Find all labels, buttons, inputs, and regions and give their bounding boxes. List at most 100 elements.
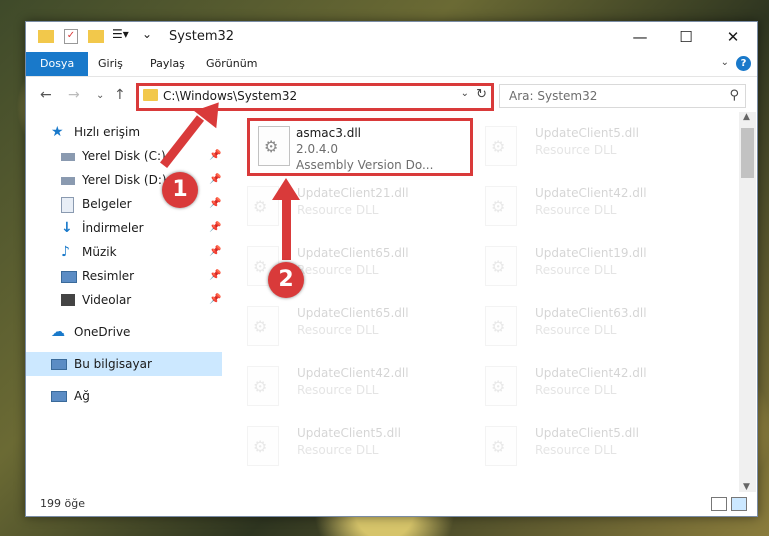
file-tile[interactable]: UpdateClient5.dll Resource DLL: [231, 418, 461, 474]
scroll-up-icon[interactable]: ▲: [743, 112, 750, 122]
file-tile[interactable]: UpdateClient21.dll Resource DLL: [231, 178, 461, 234]
nav-drive-c[interactable]: Yerel Disk (C:) 📌: [26, 144, 222, 168]
address-bar[interactable]: C:\Windows\System32 ⌄ ↻: [136, 83, 494, 111]
file-tile[interactable]: UpdateClient63.dll Resource DLL: [469, 298, 699, 354]
nav-label: Resimler: [82, 269, 135, 283]
file-tile[interactable]: UpdateClient19.dll Resource DLL: [469, 238, 699, 294]
file-type: Resource DLL: [535, 443, 617, 457]
annotation-arrow-2: [282, 196, 291, 260]
dll-file-icon: [485, 186, 517, 226]
nav-downloads[interactable]: ↓ İndirmeler 📌: [26, 216, 222, 240]
pin-icon[interactable]: 📌: [209, 264, 221, 288]
address-path[interactable]: C:\Windows\System32: [163, 89, 297, 103]
drive-icon: [61, 153, 75, 161]
folder-icon: [143, 89, 158, 101]
scrollbar-thumb[interactable]: [741, 128, 754, 178]
search-icon[interactable]: ⚲: [729, 88, 739, 103]
file-name: UpdateClient19.dll: [535, 246, 647, 260]
recent-locations-icon[interactable]: ⌄: [96, 90, 104, 101]
annotation-arrowhead-2: [272, 178, 300, 200]
nav-videos[interactable]: Videolar 📌: [26, 288, 222, 312]
file-name: UpdateClient63.dll: [535, 306, 647, 320]
file-tile[interactable]: UpdateClient42.dll Resource DLL: [469, 178, 699, 234]
tab-view[interactable]: Görünüm: [198, 52, 265, 76]
dll-file-icon: [485, 126, 517, 166]
nav-label: Hızlı erişim: [74, 125, 141, 139]
nav-onedrive[interactable]: ☁ OneDrive: [26, 320, 222, 344]
download-icon: ↓: [61, 220, 73, 236]
file-name: UpdateClient65.dll: [297, 246, 409, 260]
new-folder-icon[interactable]: [88, 30, 104, 43]
search-input[interactable]: Ara: System32 ⚲: [499, 84, 746, 108]
file-tile-highlighted[interactable]: asmac3.dll 2.0.4.0 Assembly Version Do..…: [247, 118, 473, 176]
file-name: UpdateClient5.dll: [535, 426, 639, 440]
tab-share[interactable]: Paylaş: [142, 52, 193, 76]
up-arrow-icon[interactable]: ↑: [114, 87, 126, 103]
help-icon[interactable]: ?: [736, 56, 751, 71]
file-type: Resource DLL: [535, 263, 617, 277]
expand-ribbon-icon[interactable]: ⌄: [721, 57, 729, 68]
navigation-pane: ★ Hızlı erişim Yerel Disk (C:) 📌 Yerel D…: [26, 112, 222, 492]
file-tile[interactable]: UpdateClient42.dll Resource DLL: [231, 358, 461, 414]
dll-file-icon: [258, 126, 290, 166]
file-tile[interactable]: UpdateClient5.dll Resource DLL: [469, 418, 699, 474]
refresh-icon[interactable]: ↻: [476, 87, 487, 102]
item-count: 199 öğe: [40, 497, 85, 510]
computer-icon: [51, 359, 67, 370]
nav-label: İndirmeler: [82, 221, 144, 235]
file-name: UpdateClient5.dll: [535, 126, 639, 140]
nav-pictures[interactable]: Resimler 📌: [26, 264, 222, 288]
dll-file-icon: [247, 366, 279, 406]
dll-file-icon: [485, 366, 517, 406]
file-type: Resource DLL: [297, 323, 379, 337]
file-name: UpdateClient42.dll: [535, 366, 647, 380]
star-icon: ★: [51, 124, 64, 140]
drive-icon: [61, 177, 75, 185]
pin-icon[interactable]: 📌: [209, 168, 221, 192]
pin-icon[interactable]: 📌: [209, 192, 221, 216]
file-tile[interactable]: UpdateClient65.dll Resource DLL: [231, 298, 461, 354]
large-icons-view-icon[interactable]: [731, 497, 747, 511]
status-bar: 199 öğe: [26, 492, 757, 516]
file-type: Resource DLL: [297, 203, 379, 217]
documents-icon: [61, 197, 74, 213]
vertical-scrollbar[interactable]: ▲ ▼: [739, 112, 756, 492]
customize-toolbar-icon[interactable]: ☰▾: [112, 27, 129, 43]
tab-home[interactable]: Giriş: [90, 52, 131, 76]
quick-access-dropdown-icon[interactable]: ⌄: [142, 27, 158, 43]
file-tile[interactable]: UpdateClient42.dll Resource DLL: [469, 358, 699, 414]
callout-1: 1: [162, 172, 198, 208]
file-tile[interactable]: UpdateClient65.dll Resource DLL: [231, 238, 461, 294]
file-name: UpdateClient65.dll: [297, 306, 409, 320]
pin-icon[interactable]: 📌: [209, 288, 221, 312]
pin-icon[interactable]: 📌: [209, 240, 221, 264]
file-name: UpdateClient5.dll: [297, 426, 401, 440]
nav-label: Videolar: [82, 293, 132, 307]
dll-file-icon: [485, 426, 517, 466]
nav-label: Bu bilgisayar: [74, 357, 152, 371]
nav-network[interactable]: Ağ: [26, 384, 222, 408]
file-description: Assembly Version Do...: [296, 158, 434, 172]
minimize-button[interactable]: —: [617, 22, 663, 52]
details-view-icon[interactable]: [711, 497, 727, 511]
nav-music[interactable]: ♪ Müzik 📌: [26, 240, 222, 264]
nav-this-pc[interactable]: Bu bilgisayar: [26, 352, 222, 376]
pin-icon[interactable]: 📌: [209, 216, 221, 240]
tab-file[interactable]: Dosya: [26, 52, 89, 76]
maximize-button[interactable]: ☐: [663, 22, 709, 52]
pin-icon[interactable]: 📌: [209, 144, 221, 168]
file-name: UpdateClient42.dll: [535, 186, 647, 200]
file-tile[interactable]: UpdateClient5.dll Resource DLL: [469, 118, 699, 174]
close-button[interactable]: ✕: [710, 22, 756, 52]
network-icon: [51, 391, 67, 402]
cloud-icon: ☁: [51, 324, 65, 340]
properties-icon[interactable]: ✓: [64, 29, 78, 44]
back-arrow-icon[interactable]: ←: [40, 87, 52, 103]
ribbon-tabs: Dosya Giriş Paylaş Görünüm ⌄ ?: [26, 52, 757, 76]
scroll-down-icon[interactable]: ▼: [743, 482, 750, 492]
file-name: UpdateClient42.dll: [297, 366, 409, 380]
address-dropdown-icon[interactable]: ⌄: [461, 88, 469, 99]
window-title: System32: [169, 29, 235, 44]
explorer-window: ✓ ☰▾ ⌄ System32 — ☐ ✕ Dosya Giriş Paylaş…: [25, 21, 758, 517]
forward-arrow-icon[interactable]: →: [68, 87, 80, 103]
